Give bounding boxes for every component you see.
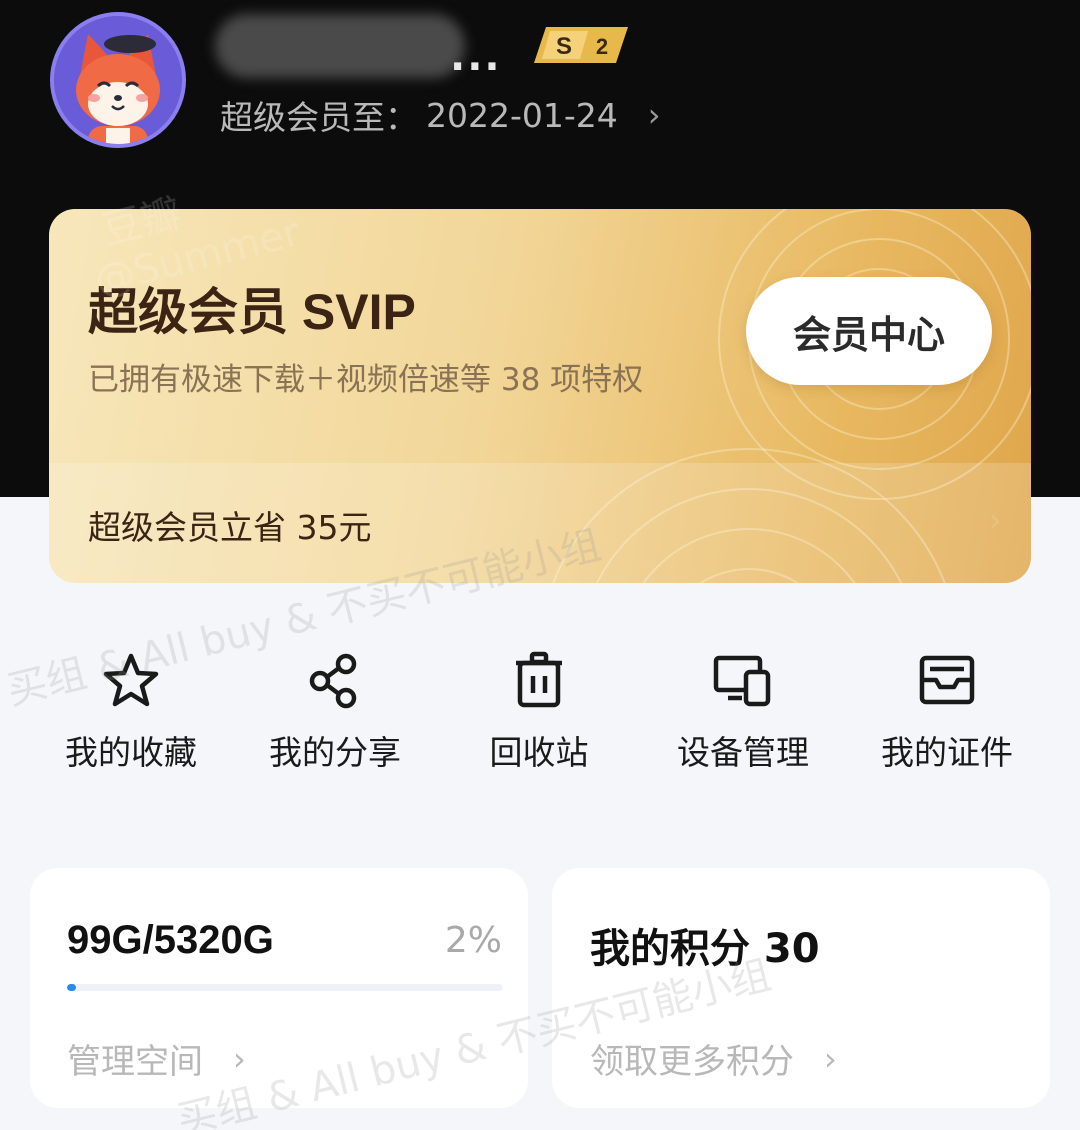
trash-icon [516, 651, 562, 708]
storage-progress-track [67, 984, 503, 991]
quick-action-label: 我的证件 [881, 733, 1013, 772]
svip-savings-text: 超级会员立省 35元 [88, 508, 372, 547]
username-ellipsis: ... [450, 34, 502, 80]
quick-action-label: 我的收藏 [65, 733, 197, 772]
svip-subtitle: 已拥有极速下载＋视频倍速等 38 项特权 [88, 362, 644, 398]
storage-percent: 2% [444, 920, 502, 961]
earn-points-link[interactable]: 领取更多积分 › [590, 1034, 837, 1083]
badge-letter: S [556, 33, 572, 60]
quick-action-shares[interactable]: 我的分享 [240, 650, 430, 774]
devices-icon [713, 655, 771, 707]
svip-card[interactable]: 超级会员 SVIP 已拥有极速下载＋视频倍速等 38 项特权 会员中心 超级会员… [49, 209, 1031, 583]
storage-card[interactable]: 99G/5320G 2% 管理空间 › [30, 868, 528, 1108]
star-icon [103, 653, 159, 707]
expiry-date: 2022-01-24 [426, 95, 618, 135]
quick-action-favorites[interactable]: 我的收藏 [36, 650, 226, 774]
svip-level-badge-icon[interactable]: S 2 [532, 25, 630, 65]
id-card-icon [919, 655, 975, 705]
expiry-label: 超级会员至： [220, 98, 418, 137]
chevron-right-icon: › [233, 1039, 246, 1078]
quick-action-label: 回收站 [489, 733, 589, 772]
quick-actions: 我的收藏 我的分享 回收站 设备管理 我的证件 [0, 650, 1080, 780]
chevron-right-icon: › [647, 96, 661, 134]
quick-action-label: 设备管理 [677, 733, 809, 772]
quick-action-recycle-bin[interactable]: 回收站 [444, 650, 634, 774]
chevron-right-icon: › [989, 501, 1002, 539]
storage-progress-fill [67, 984, 76, 991]
username-redacted [215, 14, 465, 78]
membership-expiry-row[interactable]: 超级会员至： 2022-01-24 › [220, 92, 661, 138]
quick-action-devices[interactable]: 设备管理 [648, 650, 838, 774]
storage-usage: 99G/5320G [67, 918, 274, 962]
earn-points-label: 领取更多积分 [590, 1042, 794, 1082]
manage-space-label: 管理空间 [67, 1042, 203, 1082]
badge-number: 2 [596, 34, 608, 59]
quick-action-documents[interactable]: 我的证件 [852, 650, 1042, 774]
share-icon [309, 653, 357, 709]
quick-action-label: 我的分享 [269, 733, 401, 772]
avatar[interactable] [50, 12, 186, 148]
svip-title: 超级会员 SVIP [88, 284, 416, 340]
points-card[interactable]: 我的积分 30 领取更多积分 › [552, 868, 1050, 1108]
member-center-button[interactable]: 会员中心 [746, 277, 992, 385]
manage-space-link[interactable]: 管理空间 › [67, 1034, 246, 1083]
chevron-right-icon: › [824, 1039, 837, 1078]
points-title: 我的积分 30 [590, 926, 820, 972]
